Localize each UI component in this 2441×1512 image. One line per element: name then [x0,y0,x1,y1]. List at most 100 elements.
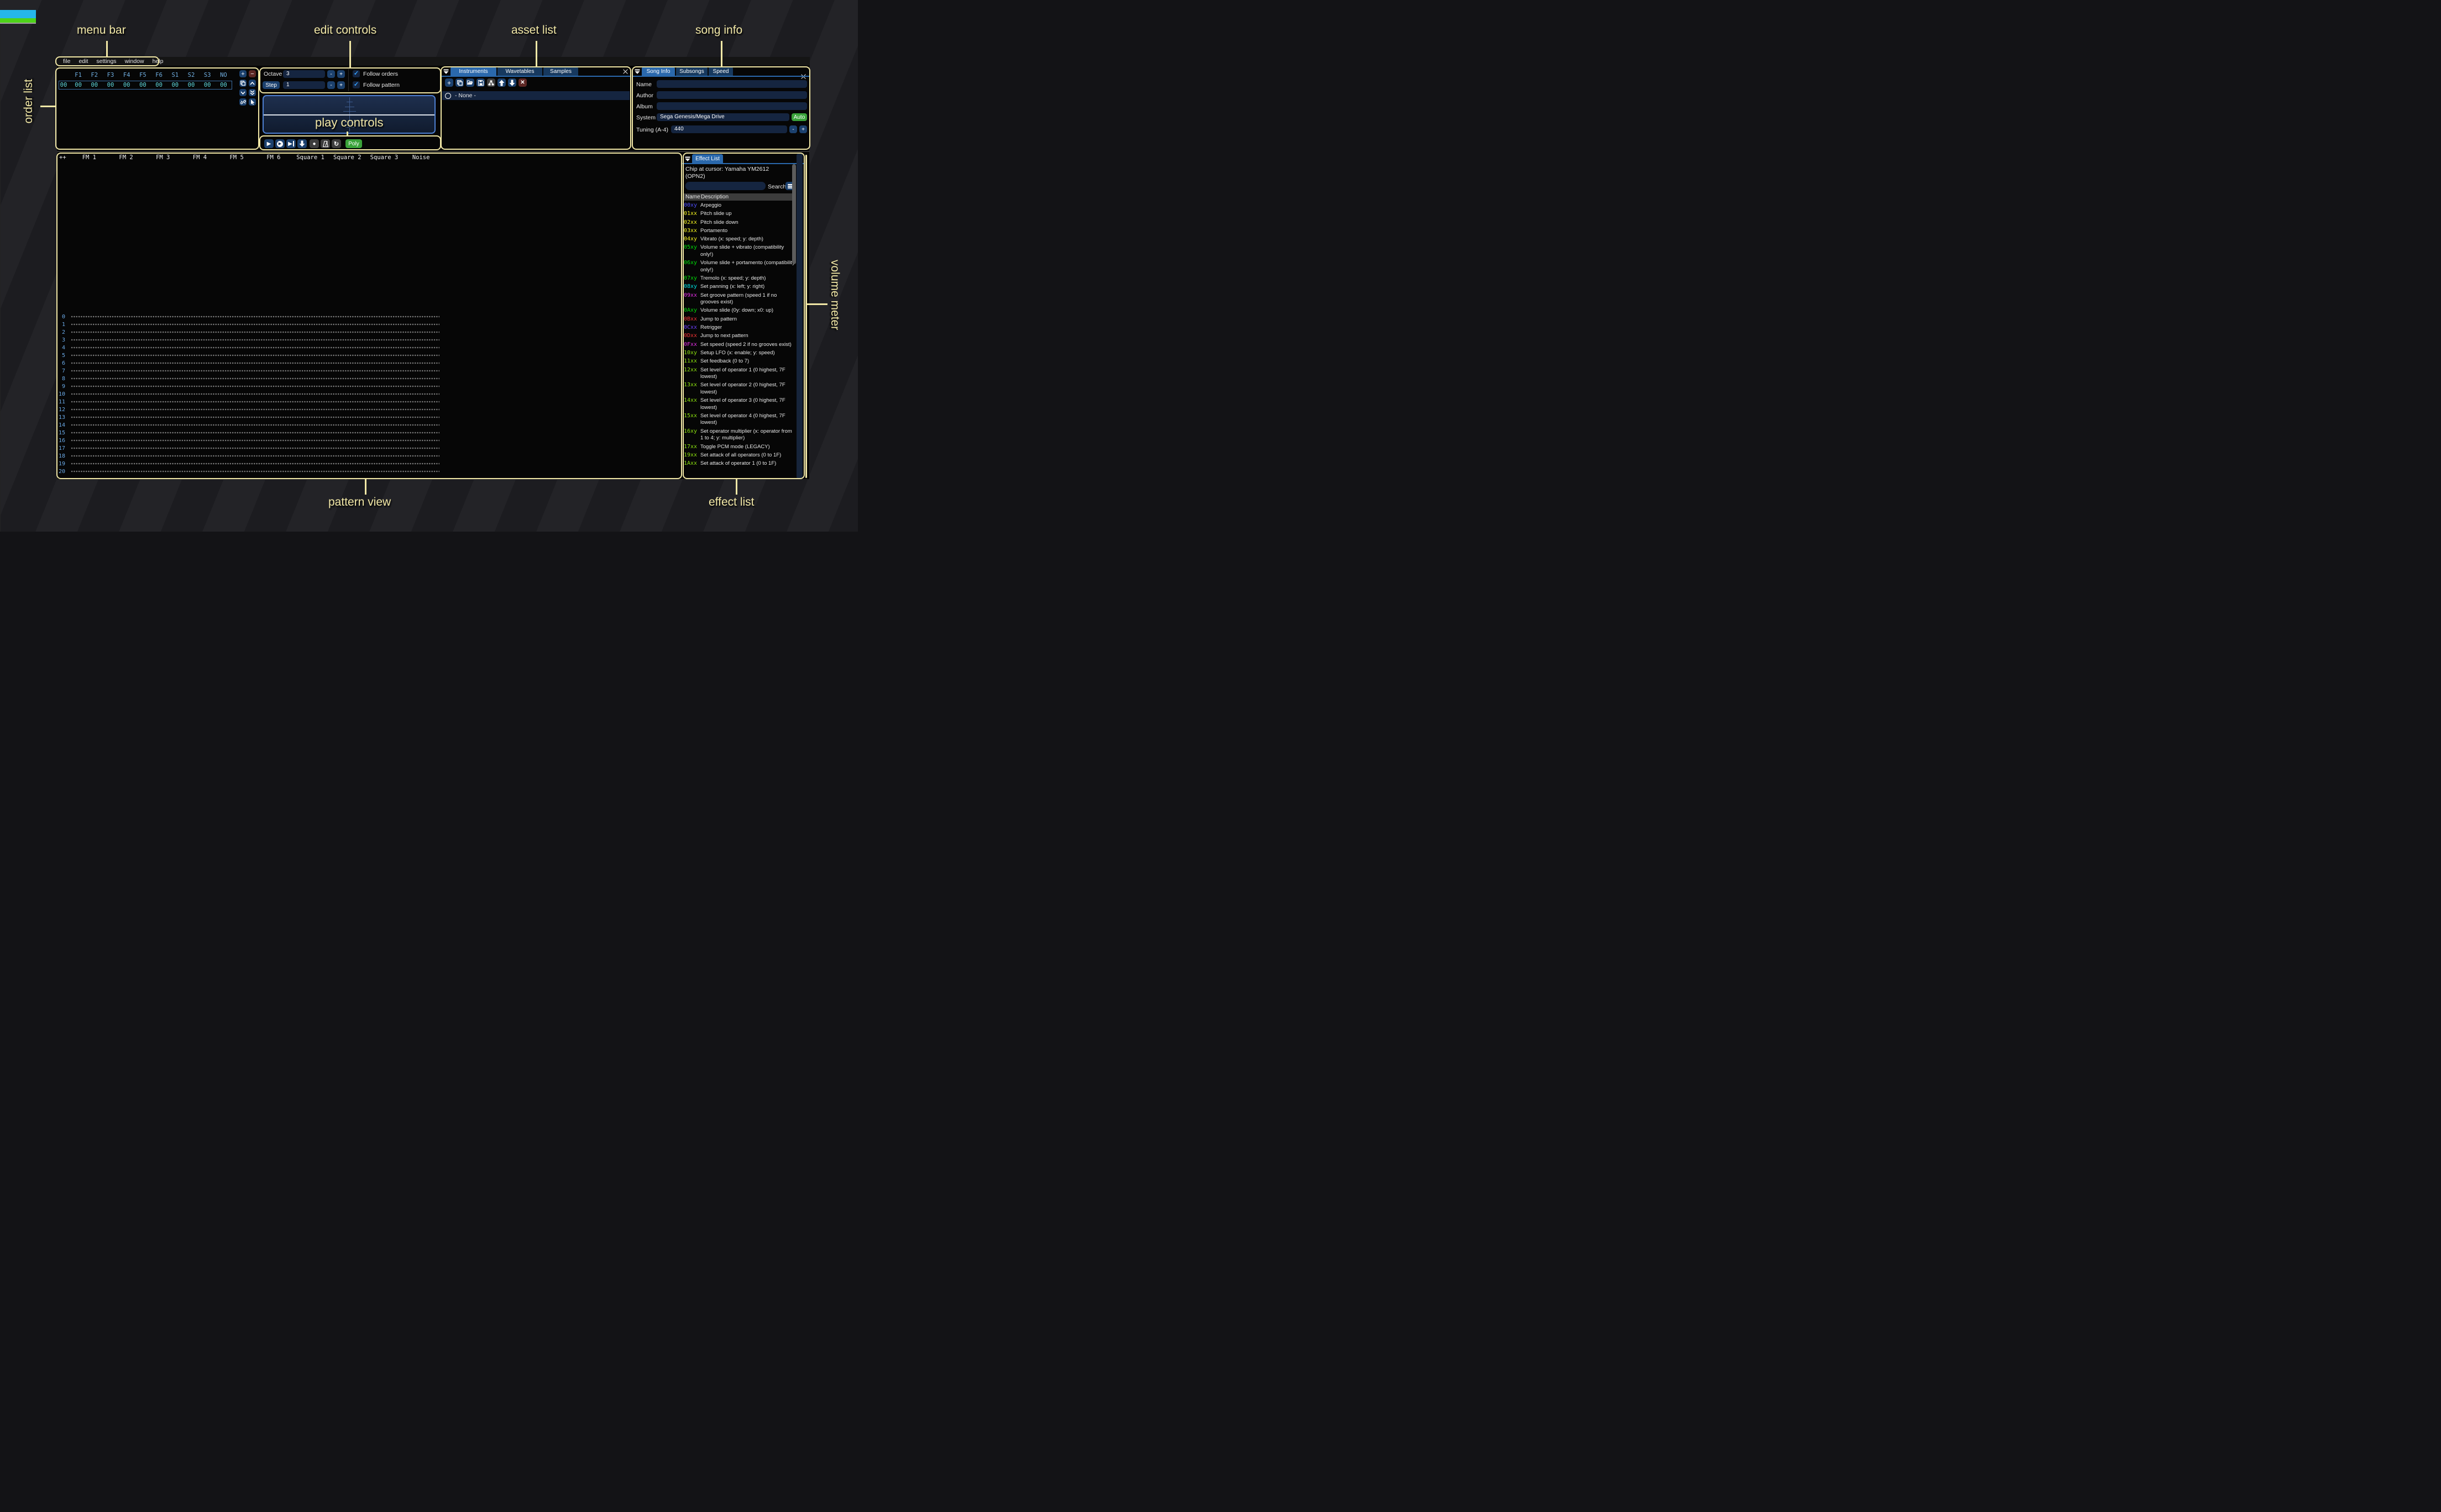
menu-file[interactable]: file [63,58,70,65]
tab-speed[interactable]: Speed [709,67,733,76]
step-plus-button[interactable]: + [337,81,345,89]
effect-row[interactable]: 07xyTremolo (x: speed; y: depth) [684,275,795,282]
order-move-down-button[interactable] [239,89,247,96]
album-input[interactable] [657,102,807,110]
effect-search-input[interactable] [685,182,766,190]
pattern-row[interactable] [71,429,439,437]
order-add-button[interactable]: + [239,70,247,77]
tab-subsongs[interactable]: Subsongs [676,67,708,76]
order-channel-header[interactable]: S1 [167,72,183,78]
octave-input[interactable]: 3 [283,70,325,78]
order-cell[interactable]: 00 [135,82,151,88]
song-collapse-button[interactable] [633,67,641,76]
order-channel-header[interactable]: F2 [86,72,102,78]
author-input[interactable] [657,91,807,99]
asset-tree-view-button[interactable] [487,78,495,87]
step-minus-button[interactable]: - [327,81,335,89]
octave-minus-button[interactable]: - [327,70,335,78]
pattern-row[interactable] [71,413,439,421]
order-cell[interactable]: 00 [200,82,216,88]
menu-edit[interactable]: edit [78,58,88,65]
asset-move-up-button[interactable] [497,78,506,87]
pattern-row[interactable] [71,444,439,452]
asset-save-button[interactable] [476,78,485,87]
pattern-row[interactable] [71,336,439,344]
follow-orders-checkbox[interactable]: ✓ [353,70,360,77]
pattern-row[interactable] [71,351,439,359]
effect-row[interactable]: 15xxSet level of operator 4 (0 highest, … [684,413,795,427]
effect-col-description[interactable]: Description [701,194,729,200]
system-input[interactable]: Sega Genesis/Mega Drive [657,113,789,121]
order-cell[interactable]: 00 [167,82,183,88]
pattern-channel-header[interactable]: FM 2 [108,154,145,161]
effect-row[interactable]: 17xxToggle PCM mode (LEGACY) [684,444,795,451]
menu-settings[interactable]: settings [96,58,116,65]
poly-button[interactable]: Poly [345,139,362,148]
repeat-button[interactable]: ↻ [332,139,341,148]
play-from-beginning-button[interactable]: ▶ [275,139,285,148]
pattern-row[interactable] [71,344,439,351]
order-cell[interactable]: 00 [151,82,167,88]
pattern-row[interactable] [71,398,439,406]
system-auto-button[interactable]: Auto [792,113,807,121]
pattern-row[interactable] [71,382,439,390]
pattern-channel-header[interactable]: Noise [402,154,439,161]
tuning-input[interactable]: 440 [671,125,787,133]
asset-selected-row[interactable]: - None - [442,91,630,100]
pattern-row[interactable] [71,359,439,367]
order-cell[interactable]: 00 [216,82,232,88]
order-channel-header[interactable]: NO [216,72,232,78]
order-channel-header[interactable]: F5 [135,72,151,78]
effect-col-name[interactable]: Name [685,194,700,200]
pattern-row[interactable] [71,421,439,429]
effect-row[interactable]: 06xyVolume slide + portamento (compatibi… [684,260,795,274]
effect-row[interactable]: 0FxxSet speed (speed 2 if no grooves exi… [684,342,795,349]
asset-duplicate-button[interactable] [455,78,464,87]
pattern-row[interactable] [71,468,439,475]
pattern-row[interactable] [71,367,439,375]
effect-row[interactable]: 03xxPortamento [684,228,795,235]
pattern-channel-header[interactable]: FM 3 [144,154,181,161]
step-input[interactable]: 1 [283,81,325,89]
effect-list-scrollbar[interactable] [792,164,796,264]
effect-row[interactable]: 19xxSet attack of all operators (0 to 1F… [684,452,795,459]
pattern-channel-header[interactable]: Square 3 [366,154,403,161]
pattern-row[interactable] [71,406,439,413]
asset-add-button[interactable]: + [445,78,453,87]
effect-row[interactable]: 14xxSet level of operator 3 (0 highest, … [684,397,795,411]
step-down-button[interactable] [297,139,307,148]
pattern-row[interactable] [71,328,439,336]
follow-pattern-checkbox[interactable]: ✓ [353,81,360,88]
pattern-row[interactable] [71,321,439,328]
effect-collapse-button[interactable] [684,155,691,163]
effect-row[interactable]: 00xyArpeggio [684,202,795,209]
effect-row[interactable]: 10xySetup LFO (x: enable; y: speed) [684,350,795,357]
tab-effect-list[interactable]: Effect List [692,154,723,163]
effect-row[interactable]: 0DxxJump to next pattern [684,333,795,340]
effect-row[interactable]: 11xxSet feedback (0 to 7) [684,358,795,365]
order-cursor-follow-button[interactable] [249,98,256,106]
order-channel-header[interactable]: S3 [200,72,216,78]
asset-delete-button[interactable]: ✕ [518,78,527,87]
play-button[interactable]: ▶ [264,139,274,148]
order-channel-header[interactable]: F6 [151,72,167,78]
effect-row[interactable]: 0BxxJump to pattern [684,316,795,323]
pattern-row[interactable] [71,460,439,468]
effect-row[interactable]: 08xySet panning (x: left; y: right) [684,284,795,291]
pattern-channel-header[interactable]: FM 5 [218,154,255,161]
pattern-channel-header[interactable]: FM 6 [255,154,292,161]
pattern-row[interactable] [71,375,439,382]
order-channel-header[interactable]: F1 [70,72,86,78]
pattern-channel-header[interactable]: FM 1 [71,154,108,161]
order-channel-header[interactable]: S2 [183,72,199,78]
tuning-plus-button[interactable]: + [799,125,807,133]
metronome-button[interactable] [321,139,330,148]
record-button[interactable]: ● [310,139,319,148]
pattern-row[interactable] [71,390,439,398]
pattern-corner[interactable]: ++ [59,154,66,161]
asset-collapse-button[interactable] [442,67,449,76]
pattern-row[interactable] [71,313,439,321]
effect-row[interactable]: 0AxyVolume slide (0y: down; x0: up) [684,307,795,314]
effect-row[interactable]: 1AxxSet attack of operator 1 (0 to 1F) [684,460,795,468]
asset-move-down-button[interactable] [508,78,516,87]
